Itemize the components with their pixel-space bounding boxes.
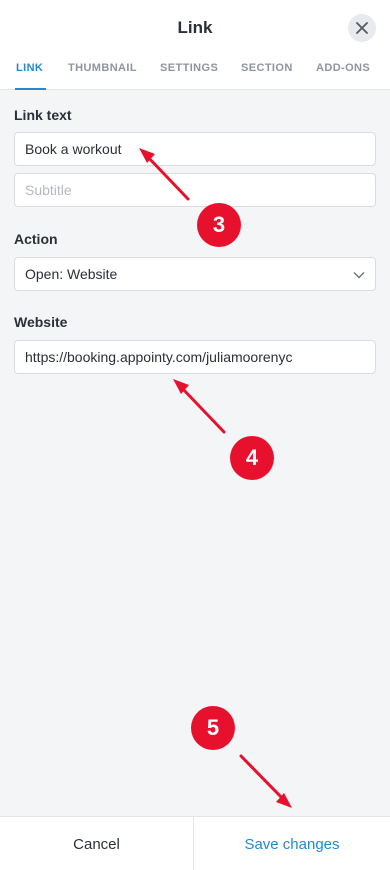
- action-value: Open: Website: [25, 266, 118, 282]
- cancel-button[interactable]: Cancel: [0, 817, 194, 870]
- action-select[interactable]: Open: Website: [14, 257, 376, 291]
- chevron-down-icon: [353, 272, 365, 279]
- arrow-to-website: [178, 384, 226, 434]
- modal-header: Link LINK THUMBNAIL SETTINGS SECTION ADD…: [0, 0, 390, 90]
- website-label: Website: [14, 314, 68, 330]
- tab-add-ons[interactable]: ADD-ONS: [316, 62, 370, 74]
- link-text-input[interactable]: Book a workout: [14, 132, 376, 166]
- tab-section[interactable]: SECTION: [241, 62, 293, 74]
- tab-thumbnail[interactable]: THUMBNAIL: [68, 62, 137, 74]
- tab-settings[interactable]: SETTINGS: [160, 62, 218, 74]
- close-button[interactable]: [348, 14, 376, 42]
- subtitle-input[interactable]: Subtitle: [14, 173, 376, 207]
- close-icon: [356, 22, 368, 34]
- arrowhead-5: [276, 793, 292, 808]
- action-label: Action: [14, 231, 58, 247]
- tab-bar: LINK THUMBNAIL SETTINGS SECTION ADD-ONS: [0, 62, 390, 90]
- modal-title: Link: [177, 18, 213, 37]
- annotation-badge-3: 3: [197, 203, 241, 247]
- website-input[interactable]: https://booking.appointy.com/juliamooren…: [14, 340, 376, 374]
- save-changes-button[interactable]: Save changes: [194, 817, 390, 870]
- annotation-badge-5: 5: [191, 706, 235, 750]
- active-tab-indicator: [15, 88, 46, 90]
- arrowhead-4: [173, 379, 189, 394]
- tab-link[interactable]: LINK: [16, 62, 43, 74]
- link-text-value: Book a workout: [25, 141, 122, 157]
- arrow-to-save-button: [239, 754, 287, 803]
- link-text-label: Link text: [14, 107, 72, 123]
- subtitle-placeholder: Subtitle: [25, 182, 72, 198]
- annotation-badge-4: 4: [230, 436, 274, 480]
- modal-footer: Cancel Save changes: [0, 816, 390, 870]
- website-value: https://booking.appointy.com/juliamooren…: [25, 349, 293, 365]
